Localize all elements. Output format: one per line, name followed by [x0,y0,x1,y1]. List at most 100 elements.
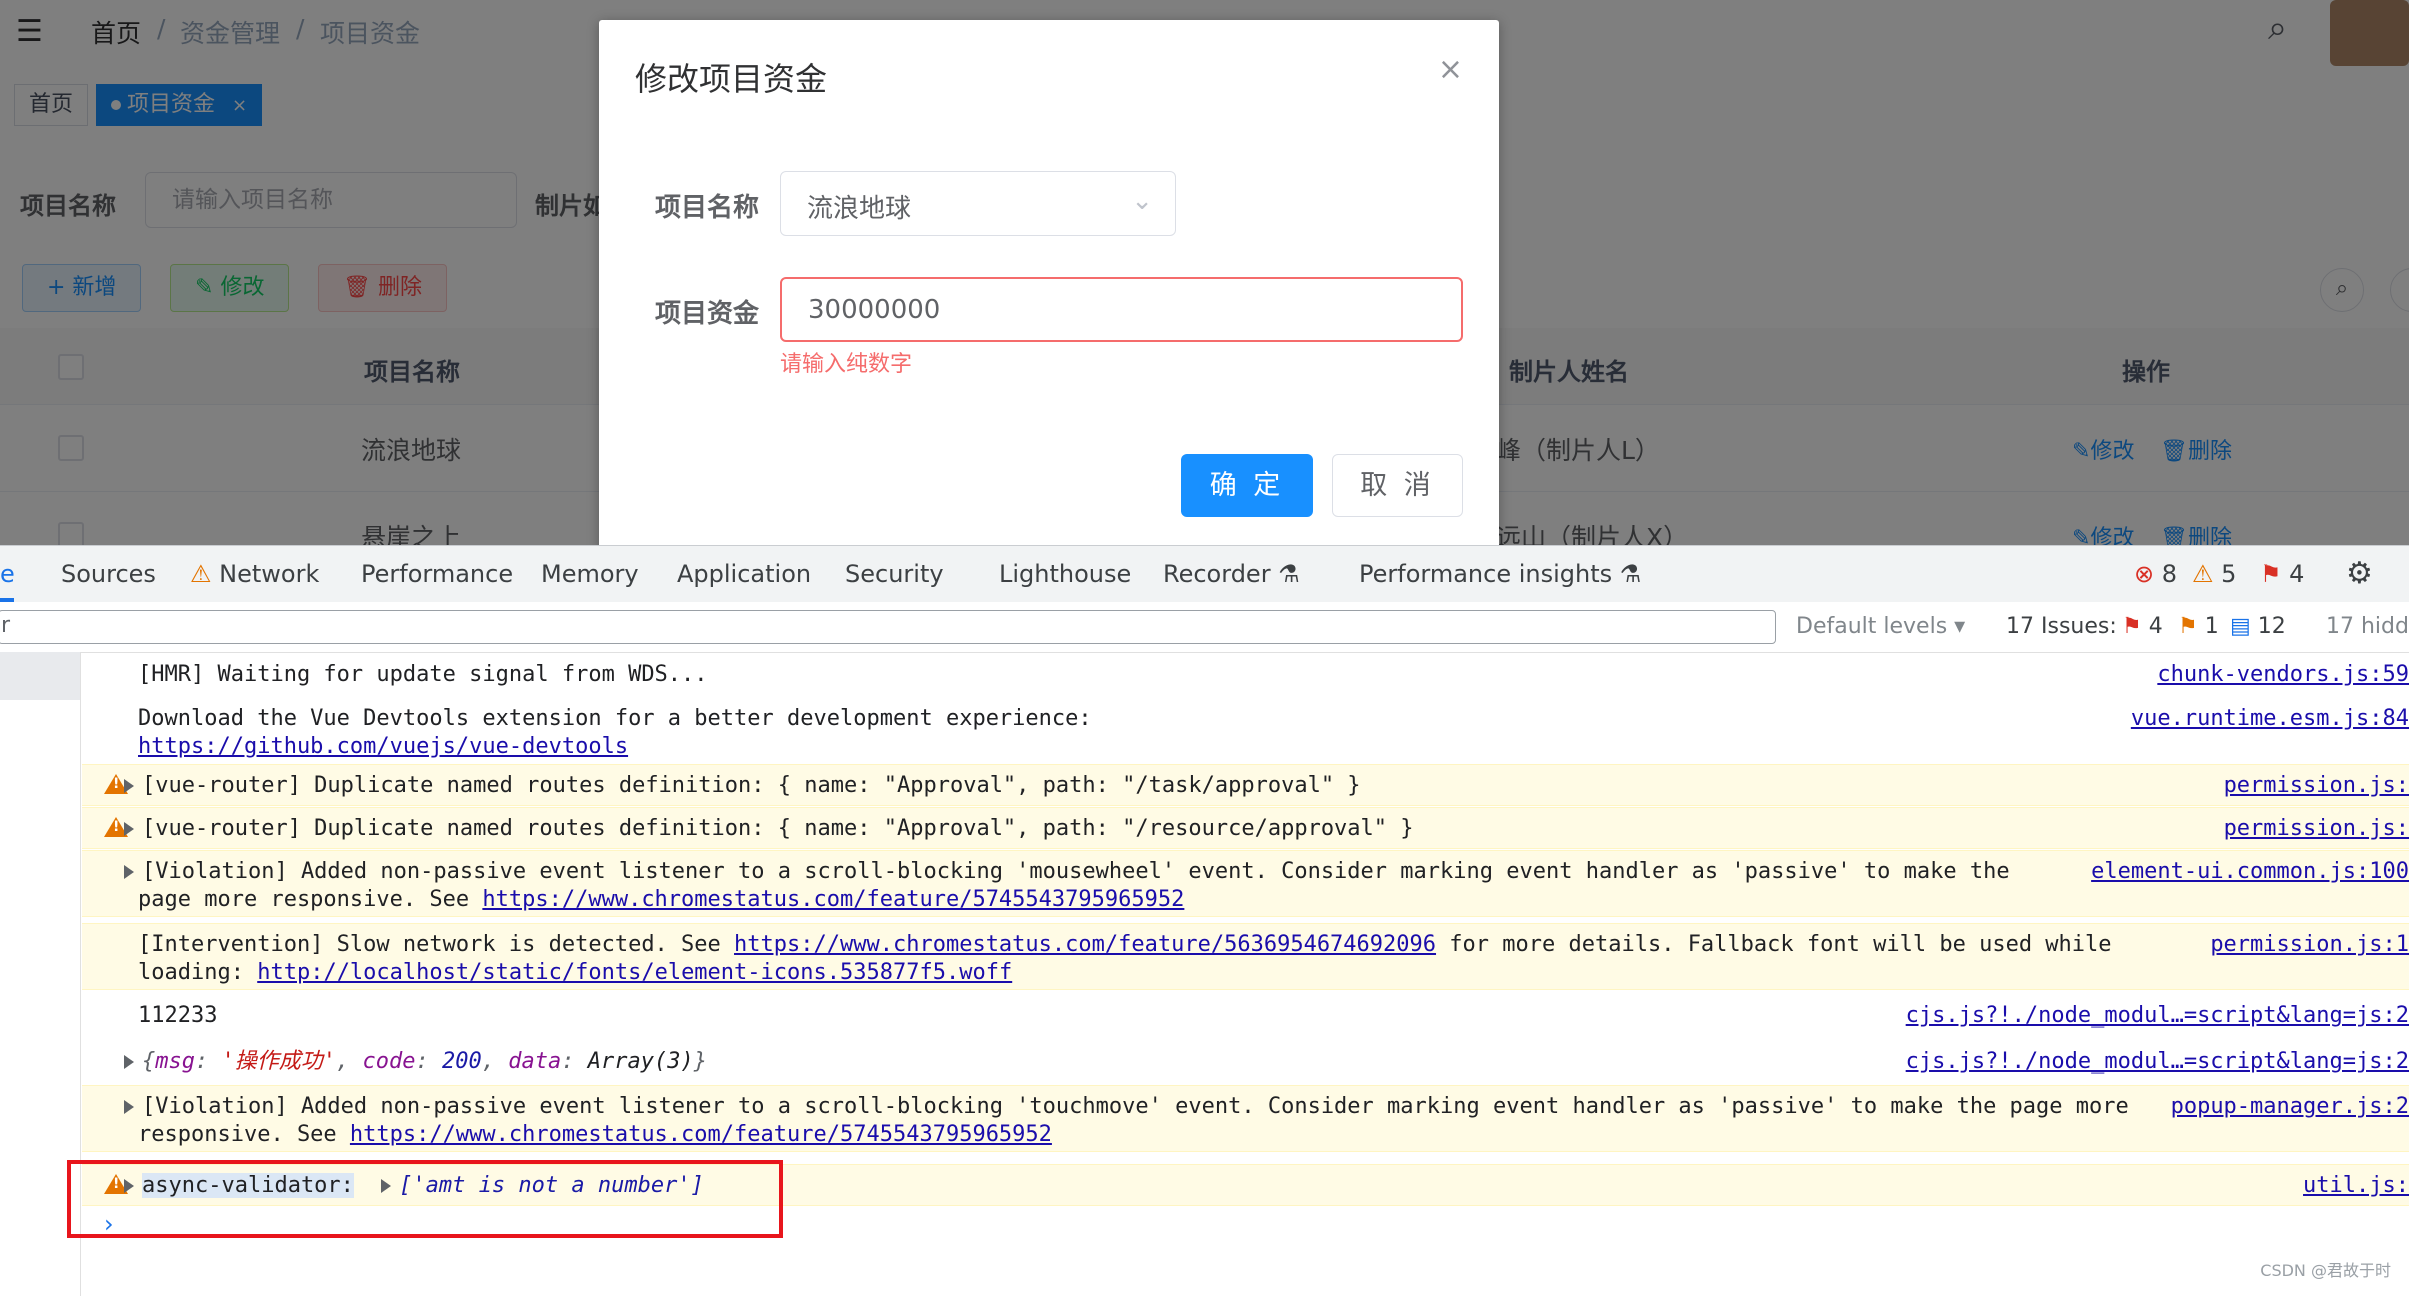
console-violation[interactable]: [Violation] Added non-passive event list… [82,850,2409,917]
dialog-title: 修改项目资金 [635,60,828,98]
watermark: CSDN @君故于时 [2260,1261,2391,1280]
message-text-body: [Violation] Added non-passive event list… [142,1094,2129,1119]
tab-sources[interactable]: Sources [61,560,156,588]
object-value: 200 [441,1049,482,1074]
devtools-tabbar: e Sources ⚠ Network Performance Memory A… [0,546,2409,603]
tab-recorder[interactable]: Recorder ⚗ [1163,560,1300,588]
tab-performance-insights[interactable]: Performance insights ⚗ [1359,560,1641,588]
console-warning[interactable]: [vue-router] Duplicate named routes defi… [82,764,2409,806]
message-text-body: [Intervention] Slow network is detected.… [138,932,735,957]
message-icon: ▤ [2230,614,2251,639]
project-name-select[interactable]: 流浪地球 ⌄ [780,171,1176,236]
message-source-link[interactable]: util.js: [2303,1171,2409,1200]
console-violation[interactable]: [Violation] Added non-passive event list… [82,1085,2409,1152]
issues-warning-count[interactable]: ⚑ 1 [2178,614,2219,639]
message-text: [Violation] Added non-passive event list… [124,857,2010,886]
chevron-down-icon: ⌄ [1131,186,1153,216]
message-text-body: for more details. Fallback font will be … [1436,932,2112,957]
chromestatus-link[interactable]: https://www.chromestatus.com/feature/574… [482,887,1184,912]
hidden-count[interactable]: 17 hidde [2326,614,2409,639]
chromestatus-link[interactable]: https://www.chromestatus.com/feature/574… [350,1122,1052,1147]
issue-flag-icon: ⚑ [2122,614,2142,639]
project-amount-label: 项目资金 [655,299,760,329]
message-source-link[interactable]: permission.js:1 [2210,930,2409,959]
expand-triangle-icon[interactable] [124,779,134,793]
message-text: [HMR] Waiting for update signal from WDS… [138,662,708,687]
message-source-link[interactable]: element-ui.common.js:100 [2091,857,2409,886]
issues-info-value: 12 [2257,614,2286,639]
message-text: 112233 [138,1003,218,1028]
message-text-body: loading: [138,960,258,985]
message-source-link[interactable]: chunk-vendors.js:59 [2157,660,2409,689]
object-key: data [508,1049,562,1074]
gear-icon[interactable]: ⚙ [2346,556,2373,591]
warning-count-value: 5 [2221,560,2237,588]
flask-icon: ⚗ [1278,560,1300,588]
message-source-link[interactable]: permission.js: [2224,814,2409,843]
default-levels-label: Default levels [1796,614,1948,639]
close-icon[interactable]: × [1438,52,1463,87]
tab-security[interactable]: Security [845,560,944,588]
message-source-link[interactable]: popup-manager.js:2 [2171,1092,2409,1121]
project-name-value: 流浪地球 [807,194,912,224]
project-amount-value: 30000000 [808,295,941,325]
tab-lighthouse[interactable]: Lighthouse [999,560,1131,588]
flask-icon: ⚗ [1619,560,1642,588]
message-text-body: [Violation] Added non-passive event list… [142,859,2010,884]
confirm-button[interactable]: 确 定 [1181,454,1313,517]
amount-error-message: 请输入纯数字 [780,352,913,377]
issues-info-count[interactable]: ▤ 12 [2230,614,2286,639]
message-source-link[interactable]: permission.js: [2224,771,2409,800]
warning-icon: ⚠ [2192,560,2214,588]
issues-error-value: 4 [2148,614,2163,639]
console-message[interactable]: [HMR] Waiting for update signal from WDS… [82,652,2409,697]
message-source-link[interactable]: vue.runtime.esm.js:84 [2131,704,2409,733]
console-message[interactable]: 112233 cjs.js?!./node_modul…=script&lang… [82,995,2409,1037]
message-source-link[interactable]: cjs.js?!./node_modul…=script&lang=js:2 [1906,1047,2409,1076]
tab-recorder-label: Recorder [1163,560,1271,588]
tab-application[interactable]: Application [677,560,811,588]
tab-network[interactable]: ⚠ Network [190,560,319,588]
message-text: [vue-router] Duplicate named routes defi… [124,814,1414,843]
object-value: Array(3) [587,1049,694,1074]
message-link[interactable]: https://github.com/vuejs/vue-devtools [138,732,628,761]
console-filter-input[interactable]: r [0,610,1776,644]
font-link[interactable]: http://localhost/static/fonts/element-ic… [257,960,1012,985]
tab-memory[interactable]: Memory [541,560,639,588]
console-intervention[interactable]: [Intervention] Slow network is detected.… [82,923,2409,990]
object-key: msg [155,1049,195,1074]
issues-error-count[interactable]: ⚑ 4 [2122,614,2163,639]
message-text-body: page more responsive. See [138,887,483,912]
expand-triangle-icon[interactable] [124,822,134,836]
expand-triangle-icon[interactable] [124,1100,134,1114]
expand-triangle-icon[interactable] [124,865,134,879]
console-warning[interactable]: [vue-router] Duplicate named routes defi… [82,807,2409,849]
issues-label[interactable]: 17 Issues: [2006,614,2117,639]
object-key: code [362,1049,416,1074]
issue-count-value: 4 [2289,560,2305,588]
console-filter-bar: r Default levels ▾ 17 Issues: ⚑ 4 ⚑ 1 ▤ … [0,602,2409,653]
tab-console[interactable]: e [0,560,15,588]
console-message[interactable]: Download the Vue Devtools extension for … [82,697,2409,764]
message-text: [Intervention] Slow network is detected.… [138,930,2112,959]
issue-count[interactable]: ⚑ 4 [2260,560,2304,588]
issue-flag-icon: ⚑ [2178,614,2198,639]
console-sidebar-selected[interactable] [0,652,80,700]
issues-warning-value: 1 [2204,614,2219,639]
error-count-value: 8 [2161,560,2178,588]
expand-triangle-icon[interactable] [124,1055,134,1069]
chromestatus-link[interactable]: https://www.chromestatus.com/feature/563… [734,932,1436,957]
issue-flag-icon: ⚑ [2260,560,2282,588]
console-message[interactable]: {msg: '操作成功', code: 200, data: Array(3)}… [82,1039,2409,1083]
cancel-button[interactable]: 取 消 [1332,454,1463,517]
warning-count[interactable]: ⚠ 5 [2192,560,2236,588]
vue-devtools-link[interactable]: https://github.com/vuejs/vue-devtools [138,734,628,759]
object-preview[interactable]: {msg: '操作成功', code: 200, data: Array(3)} [124,1047,707,1076]
tab-performance[interactable]: Performance [361,560,513,588]
message-text-body: [vue-router] Duplicate named routes defi… [142,816,1414,841]
message-source-link[interactable]: cjs.js?!./node_modul…=script&lang=js:2 [1906,1001,2409,1030]
project-amount-input[interactable]: 30000000 [780,277,1463,342]
error-count[interactable]: ⊗ 8 [2134,560,2177,588]
default-levels-dropdown[interactable]: Default levels ▾ [1796,614,1965,639]
message-text-line2: loading: http://localhost/static/fonts/e… [138,958,1012,987]
